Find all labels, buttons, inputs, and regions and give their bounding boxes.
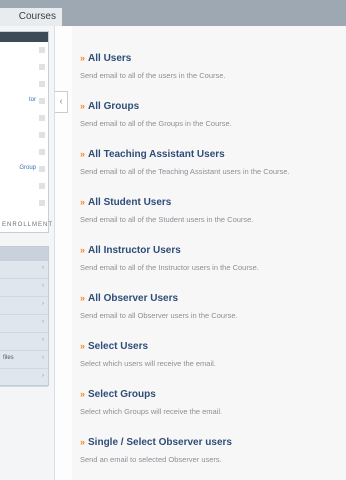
email-option: » All Users Send email to all of the user… [80, 53, 226, 80]
collapse-sidebar-button[interactable]: ‹ [55, 91, 68, 113]
email-option: » Select Groups Select which Groups will … [80, 389, 222, 416]
email-option-link[interactable]: » All Student Users [80, 197, 253, 208]
email-option-link[interactable]: » All Observer Users [80, 293, 238, 304]
arrow-bullet-icon: » [80, 341, 86, 351]
email-option-title[interactable]: All Student Users [88, 197, 171, 208]
course-sidebar: tor Group ENROLLMENT › › › › › files › › [0, 26, 55, 480]
course-menu-item-label: tor [28, 97, 36, 103]
email-option: » All Instructor Users Send email to all … [80, 245, 259, 272]
control-panel-item[interactable]: › [0, 261, 48, 279]
chevron-right-icon: › [42, 337, 44, 343]
course-menu-item[interactable] [0, 195, 48, 212]
email-option-title[interactable]: Single / Select Observer users [88, 437, 232, 448]
menu-item-icon [39, 81, 45, 87]
menu-item-icon [39, 115, 45, 121]
email-option: » All Groups Send email to all of the Gro… [80, 101, 232, 128]
menu-item-icon [39, 47, 45, 53]
email-option: » All Observer Users Send email to all Ob… [80, 293, 238, 320]
email-option-title[interactable]: All Instructor Users [88, 245, 181, 256]
control-panel-menu: › › › › › files › › [0, 246, 49, 387]
email-option-description: Send an email to selected Observer users… [80, 455, 222, 464]
email-option: » Single / Select Observer users Send an … [80, 437, 232, 464]
email-option-title[interactable]: Select Groups [88, 389, 156, 400]
email-option: » All Teaching Assistant Users Send email… [80, 149, 290, 176]
email-option-description: Send email to all of the Instructor user… [80, 263, 259, 272]
email-option-link[interactable]: » All Instructor Users [80, 245, 259, 256]
arrow-bullet-icon: » [80, 245, 86, 255]
email-option: » Select Users Select which users will re… [80, 341, 216, 368]
course-menu-item[interactable] [0, 144, 48, 161]
email-option-title[interactable]: All Observer Users [88, 293, 178, 304]
menu-item-icon [39, 166, 45, 172]
email-option-link[interactable]: » All Groups [80, 101, 232, 112]
top-navigation-bar: Courses [0, 0, 346, 26]
email-option-title[interactable]: Select Users [88, 341, 148, 352]
chevron-right-icon: › [42, 283, 44, 289]
course-menu-item[interactable]: Group [0, 161, 48, 178]
control-panel-item[interactable]: › [0, 315, 48, 333]
course-menu-item[interactable] [0, 178, 48, 195]
chevron-right-icon: › [42, 301, 44, 307]
control-panel-item[interactable]: › [0, 333, 48, 351]
tab-courses[interactable]: Courses [0, 8, 62, 26]
email-option-title[interactable]: All Groups [88, 101, 139, 112]
course-menu-item[interactable] [0, 127, 48, 144]
arrow-bullet-icon: » [80, 197, 86, 207]
chevron-right-icon: › [42, 265, 44, 271]
email-option-link[interactable]: » All Users [80, 53, 226, 64]
arrow-bullet-icon: » [80, 101, 86, 111]
chevron-right-icon: › [42, 373, 44, 379]
course-menu-card: tor Group [0, 31, 49, 233]
email-option-description: Send email to all of the Groups in the C… [80, 119, 232, 128]
send-email-options: » All Users Send email to all of the user… [72, 26, 346, 480]
email-option-description: Send email to all Observer users in the … [80, 311, 238, 320]
control-panel-item[interactable]: › [0, 369, 48, 387]
menu-item-icon [39, 200, 45, 206]
menu-item-icon [39, 98, 45, 104]
control-panel-item[interactable]: › [0, 279, 48, 297]
arrow-bullet-icon: » [80, 149, 86, 159]
email-option-description: Select which Groups will receive the ema… [80, 407, 223, 416]
email-option-link[interactable]: » Select Groups [80, 389, 222, 400]
email-option-description: Send email to all of the Student users i… [80, 215, 254, 224]
menu-item-icon [39, 149, 45, 155]
email-option-description: Send email to all of the users in the Co… [80, 71, 226, 80]
email-option-link[interactable]: » Select Users [80, 341, 216, 352]
control-panel-item-label: files [3, 355, 14, 361]
email-option-description: Select which users will receive the emai… [80, 359, 216, 368]
course-menu-item[interactable]: tor [0, 93, 48, 110]
arrow-bullet-icon: » [80, 389, 86, 399]
course-menu-item[interactable] [0, 59, 48, 76]
email-option: » All Student Users Send email to all of … [80, 197, 253, 224]
control-panel-header [0, 247, 48, 261]
control-panel-item[interactable]: files › [0, 351, 48, 369]
email-option-description: Send email to all of the Teaching Assist… [80, 167, 290, 176]
course-menu-item[interactable] [0, 42, 48, 59]
arrow-bullet-icon: » [80, 293, 86, 303]
control-panel-item[interactable]: › [0, 297, 48, 315]
course-menu-item[interactable] [0, 76, 48, 93]
menu-item-icon [39, 64, 45, 70]
section-heading: ENROLLMENT [2, 222, 54, 228]
course-menu-item[interactable] [0, 110, 48, 127]
arrow-bullet-icon: » [80, 53, 86, 63]
chevron-right-icon: › [42, 355, 44, 361]
email-option-title[interactable]: All Teaching Assistant Users [88, 149, 225, 160]
arrow-bullet-icon: » [80, 437, 86, 447]
email-option-title[interactable]: All Users [88, 53, 131, 64]
email-option-link[interactable]: » All Teaching Assistant Users [80, 149, 290, 160]
menu-item-icon [39, 183, 45, 189]
email-option-link[interactable]: » Single / Select Observer users [80, 437, 232, 448]
chevron-right-icon: › [42, 319, 44, 325]
course-menu-header [0, 32, 48, 42]
course-menu-item-label: Group [19, 165, 36, 171]
menu-item-icon [39, 132, 45, 138]
